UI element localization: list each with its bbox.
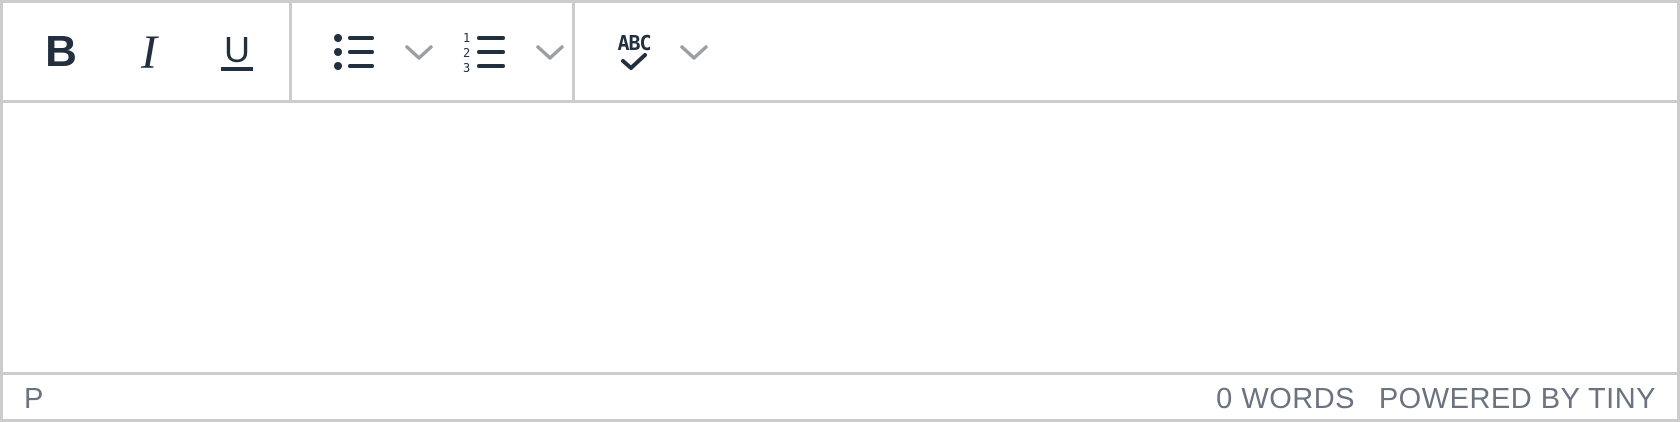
spellcheck-button[interactable]: ABC: [598, 17, 728, 87]
underline-icon: U: [221, 32, 253, 71]
chevron-down-icon: [536, 45, 564, 60]
numbered-list-button[interactable]: 1 2 3: [449, 17, 579, 87]
chevron-down-icon: [405, 45, 433, 60]
editor-toolbar: B I U 1 2 3 ABC: [3, 3, 1677, 103]
powered-by-link[interactable]: POWERED BY TINY: [1379, 383, 1656, 416]
toolbar-separator: [572, 3, 575, 103]
svg-text:1: 1: [463, 31, 470, 45]
editor-statusbar: P 0 WORDS POWERED BY TINY: [3, 372, 1677, 419]
bullet-list-icon: [334, 34, 374, 70]
spellcheck-label: ABC: [617, 31, 651, 55]
editor-content-area[interactable]: [3, 103, 1677, 372]
underline-button[interactable]: U: [199, 17, 275, 87]
toolbar-separator: [289, 3, 292, 103]
bold-icon: B: [45, 27, 77, 76]
italic-button[interactable]: I: [111, 17, 187, 87]
chevron-down-icon: [679, 45, 708, 60]
numbered-list-icon: 1 2 3: [463, 31, 505, 74]
bold-button[interactable]: B: [23, 17, 99, 87]
bullet-list-button[interactable]: [318, 17, 448, 87]
italic-icon: I: [141, 25, 157, 79]
svg-text:3: 3: [463, 61, 470, 74]
element-path[interactable]: P: [24, 383, 44, 416]
svg-text:2: 2: [463, 46, 470, 60]
spellcheck-icon: ABC: [617, 31, 652, 71]
word-count[interactable]: 0 WORDS: [1216, 383, 1355, 416]
rich-text-editor: B I U 1 2 3 ABC P 0 WORDS POWERED BY TIN…: [0, 0, 1680, 422]
